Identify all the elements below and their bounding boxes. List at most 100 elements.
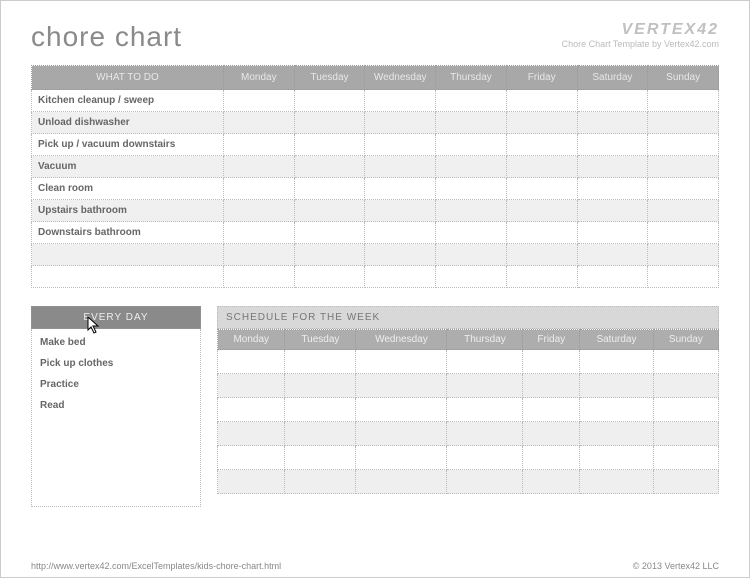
chore-cell[interactable] (506, 222, 577, 244)
schedule-cell[interactable] (447, 374, 523, 398)
chore-cell[interactable] (365, 244, 436, 266)
chore-cell[interactable] (294, 266, 365, 288)
chore-cell[interactable] (365, 90, 436, 112)
chore-cell[interactable] (365, 156, 436, 178)
schedule-cell[interactable] (447, 470, 523, 494)
chore-cell[interactable] (436, 156, 507, 178)
chore-cell[interactable] (294, 222, 365, 244)
chore-cell[interactable] (436, 266, 507, 288)
chore-cell[interactable] (294, 178, 365, 200)
schedule-cell[interactable] (523, 398, 580, 422)
chore-cell[interactable] (648, 200, 719, 222)
chore-cell[interactable] (223, 266, 294, 288)
chore-cell[interactable] (577, 90, 648, 112)
chore-cell[interactable] (223, 134, 294, 156)
chore-cell[interactable] (223, 90, 294, 112)
schedule-cell[interactable] (580, 398, 654, 422)
chore-cell[interactable] (506, 200, 577, 222)
schedule-cell[interactable] (523, 350, 580, 374)
chore-cell[interactable] (648, 244, 719, 266)
chore-cell[interactable] (506, 90, 577, 112)
schedule-cell[interactable] (218, 446, 285, 470)
schedule-cell[interactable] (447, 422, 523, 446)
schedule-cell[interactable] (285, 446, 356, 470)
schedule-cell[interactable] (580, 446, 654, 470)
chore-cell[interactable] (648, 112, 719, 134)
chore-cell[interactable] (577, 266, 648, 288)
schedule-cell[interactable] (218, 350, 285, 374)
chore-cell[interactable] (577, 134, 648, 156)
schedule-cell[interactable] (580, 374, 654, 398)
chore-cell[interactable] (436, 178, 507, 200)
chore-cell[interactable] (436, 134, 507, 156)
chore-cell[interactable] (294, 134, 365, 156)
schedule-cell[interactable] (447, 398, 523, 422)
schedule-cell[interactable] (356, 422, 447, 446)
chore-cell[interactable] (506, 112, 577, 134)
chore-cell[interactable] (223, 112, 294, 134)
chore-cell[interactable] (294, 156, 365, 178)
schedule-cell[interactable] (653, 422, 718, 446)
schedule-cell[interactable] (580, 470, 654, 494)
schedule-cell[interactable] (356, 374, 447, 398)
schedule-cell[interactable] (218, 398, 285, 422)
chore-cell[interactable] (577, 156, 648, 178)
schedule-cell[interactable] (218, 422, 285, 446)
chore-cell[interactable] (648, 90, 719, 112)
schedule-cell[interactable] (447, 446, 523, 470)
chore-cell[interactable] (648, 156, 719, 178)
chore-cell[interactable] (648, 178, 719, 200)
chore-cell[interactable] (365, 266, 436, 288)
schedule-cell[interactable] (653, 398, 718, 422)
schedule-cell[interactable] (523, 470, 580, 494)
chore-cell[interactable] (294, 90, 365, 112)
schedule-cell[interactable] (356, 470, 447, 494)
schedule-cell[interactable] (580, 422, 654, 446)
schedule-cell[interactable] (218, 470, 285, 494)
schedule-cell[interactable] (523, 446, 580, 470)
chore-cell[interactable] (223, 222, 294, 244)
chore-cell[interactable] (506, 156, 577, 178)
schedule-cell[interactable] (285, 374, 356, 398)
chore-cell[interactable] (365, 200, 436, 222)
chore-cell[interactable] (436, 244, 507, 266)
schedule-cell[interactable] (356, 446, 447, 470)
chore-cell[interactable] (223, 156, 294, 178)
schedule-cell[interactable] (653, 470, 718, 494)
chore-cell[interactable] (577, 200, 648, 222)
chore-cell[interactable] (506, 266, 577, 288)
chore-cell[interactable] (436, 222, 507, 244)
schedule-cell[interactable] (523, 422, 580, 446)
chore-cell[interactable] (648, 222, 719, 244)
chore-cell[interactable] (577, 178, 648, 200)
schedule-cell[interactable] (653, 446, 718, 470)
chore-cell[interactable] (648, 134, 719, 156)
chore-cell[interactable] (577, 222, 648, 244)
chore-cell[interactable] (506, 244, 577, 266)
schedule-cell[interactable] (285, 470, 356, 494)
schedule-cell[interactable] (653, 350, 718, 374)
schedule-cell[interactable] (285, 422, 356, 446)
schedule-cell[interactable] (356, 398, 447, 422)
chore-cell[interactable] (294, 200, 365, 222)
chore-cell[interactable] (365, 134, 436, 156)
chore-cell[interactable] (223, 178, 294, 200)
chore-cell[interactable] (294, 112, 365, 134)
chore-cell[interactable] (506, 134, 577, 156)
chore-cell[interactable] (294, 244, 365, 266)
chore-cell[interactable] (577, 244, 648, 266)
schedule-cell[interactable] (218, 374, 285, 398)
schedule-cell[interactable] (523, 374, 580, 398)
chore-cell[interactable] (577, 112, 648, 134)
chore-cell[interactable] (223, 200, 294, 222)
chore-cell[interactable] (365, 222, 436, 244)
chore-cell[interactable] (436, 200, 507, 222)
schedule-cell[interactable] (580, 350, 654, 374)
schedule-cell[interactable] (447, 350, 523, 374)
chore-cell[interactable] (365, 112, 436, 134)
chore-cell[interactable] (436, 112, 507, 134)
schedule-cell[interactable] (653, 374, 718, 398)
chore-cell[interactable] (506, 178, 577, 200)
schedule-cell[interactable] (356, 350, 447, 374)
schedule-cell[interactable] (285, 398, 356, 422)
